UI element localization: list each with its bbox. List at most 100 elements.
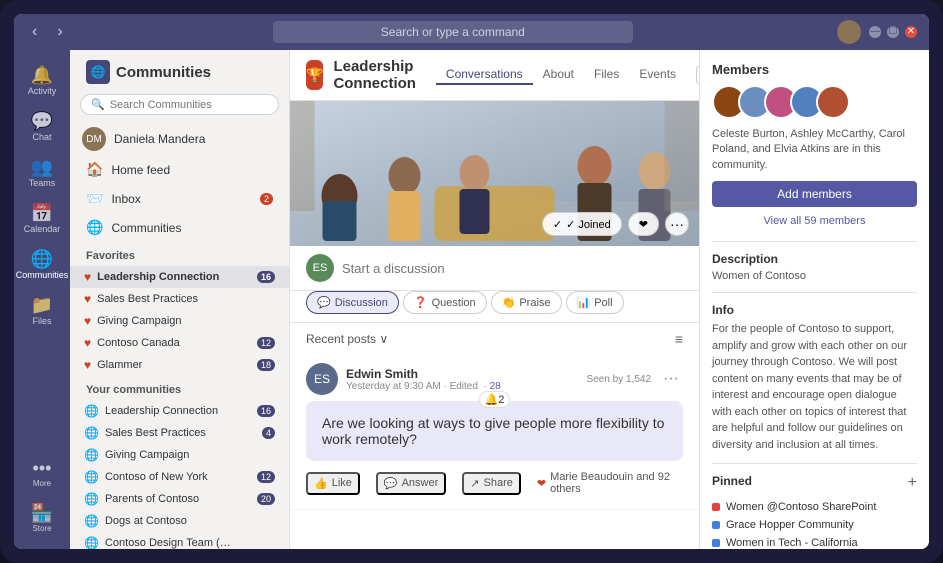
user-avatar-titlebar[interactable] [837, 20, 861, 44]
community-giving-campaign[interactable]: 🌐 Giving Campaign [70, 444, 289, 466]
recent-posts-title[interactable]: Recent posts ∨ [306, 332, 388, 346]
hero-like-button[interactable]: ❤ [628, 212, 659, 236]
close-button[interactable]: ✕ [905, 26, 917, 38]
post-type-poll[interactable]: 📊 Poll [566, 291, 624, 314]
minimize-button[interactable]: — [869, 26, 881, 38]
filter-icon[interactable]: ≡ [675, 331, 683, 347]
title-bar: ‹ › — ☐ ✕ [14, 14, 929, 50]
community-leadership-connection[interactable]: 🌐 Leadership Connection 16 [70, 400, 289, 422]
nav-back-button[interactable]: ‹ [26, 21, 43, 43]
answer-icon: 💬 [384, 477, 398, 490]
maximize-button[interactable]: ☐ [887, 26, 899, 38]
sidebar-nav-communities[interactable]: 🌐 Communities [70, 213, 289, 242]
community-sales-best-practices[interactable]: 🌐 Sales Best Practices 4 [70, 422, 289, 444]
post-more-button[interactable]: ··· [659, 370, 683, 388]
info-title: Info [712, 303, 917, 317]
comm-icon-dac: 🌐 [84, 514, 99, 528]
rail-item-more[interactable]: ••• More [14, 451, 70, 496]
sidebar-nav-inbox[interactable]: 📨 Inbox 2 [70, 184, 289, 213]
sidebar-search[interactable]: 🔍 [80, 94, 279, 115]
community-contoso-new-york[interactable]: 🌐 Contoso of New York 12 [70, 466, 289, 488]
community-parents-contoso[interactable]: 🌐 Parents of Contoso 20 [70, 488, 289, 510]
community-label-gc: Giving Campaign [105, 449, 189, 461]
rail-label-activity: Activity [28, 86, 57, 96]
rail-item-calendar[interactable]: 📅 Calendar [14, 196, 70, 242]
add-pinned-button[interactable]: + [908, 474, 917, 492]
favorites-header: Favorites [70, 242, 289, 266]
reactions-text: Marie Beaudouin and 92 others [550, 471, 683, 495]
post-type-praise[interactable]: 👏 Praise [491, 291, 562, 314]
pinned-label-3: Women in Tech - California [726, 537, 858, 549]
view-all-link[interactable]: View all 59 members [712, 211, 917, 231]
post-type-question[interactable]: ❓ Question [403, 291, 487, 314]
comm-icon-lc: 🌐 [84, 404, 99, 418]
favorite-giving-campaign[interactable]: ♥ Giving Campaign [70, 310, 289, 332]
title-bar-search-input[interactable] [273, 21, 633, 43]
answer-button[interactable]: 💬 Answer [376, 472, 446, 495]
favorite-sales-best-practices[interactable]: ♥ Sales Best Practices [70, 288, 289, 310]
pinned-item-2[interactable]: Grace Hopper Community [712, 516, 917, 534]
rail-item-chat[interactable]: 💬 Chat [14, 104, 70, 150]
favorite-label-canada: Contoso Canada [97, 337, 180, 349]
rail-item-communities[interactable]: 🌐 Communities [14, 242, 70, 288]
sidebar: 🌐 Communities 🔍 DM Daniela Mandera 🏠 Hom… [70, 50, 290, 549]
community-label-sbp: Sales Best Practices [105, 427, 206, 439]
nav-forward-button[interactable]: › [51, 21, 68, 43]
tab-conversations[interactable]: Conversations [436, 65, 533, 85]
composer-input[interactable] [342, 261, 683, 276]
favorite-leadership-connection[interactable]: ♥ Leadership Connection 16 [70, 266, 289, 288]
tab-files[interactable]: Files [584, 65, 629, 85]
hero-more-button[interactable]: ··· [665, 212, 689, 236]
heart-icon-post: ❤ [537, 477, 546, 490]
sidebar-header: 🌐 Communities [70, 50, 289, 90]
rail-label-store: Store [32, 524, 51, 533]
sidebar-nav-home-feed[interactable]: 🏠 Home feed [70, 155, 289, 184]
sidebar-search-icon: 🔍 [91, 98, 105, 111]
pinned-item-1[interactable]: Women @Contoso SharePoint [712, 498, 917, 516]
divider-3 [712, 463, 917, 464]
community-contoso-design-team[interactable]: 🌐 Contoso Design Team (UX Des... [70, 532, 289, 549]
favorite-glammer[interactable]: ♥ Glammer 18 [70, 354, 289, 376]
heart-icon-canada: ♥ [84, 336, 91, 350]
post-item: ES Edwin Smith Yesterday at 9:30 AM · Ed… [290, 355, 699, 510]
sidebar-user[interactable]: DM Daniela Mandera [70, 123, 289, 155]
sidebar-title: Communities [116, 64, 211, 81]
rail-item-files[interactable]: 📁 Files [14, 288, 70, 334]
like-label: Like [332, 477, 352, 489]
inbox-label: Inbox [111, 192, 140, 206]
tab-events[interactable]: Events [629, 65, 686, 85]
comm-badge-poc: 20 [257, 493, 275, 505]
favorite-badge-glammer: 18 [257, 359, 275, 371]
like-button[interactable]: 👍 Like [306, 472, 360, 495]
sidebar-search-input[interactable] [110, 99, 268, 111]
rail-item-store[interactable]: 🏪 Store [14, 496, 70, 541]
post-content: Are we looking at ways to give people mo… [322, 415, 664, 447]
community-dogs-contoso[interactable]: 🌐 Dogs at Contoso [70, 510, 289, 532]
teams-icon: 👥 [31, 158, 53, 176]
hero-overlay: ✓ ✓ Joined ❤ ··· [542, 212, 689, 236]
hero-like-icon: ❤ [639, 218, 648, 231]
left-rail: 🔔 Activity 💬 Chat 👥 Teams 📅 Calendar 🌐 [14, 50, 70, 549]
sidebar-username: Daniela Mandera [114, 132, 205, 146]
channel-tabs: Conversations About Files Events [436, 65, 686, 85]
divider-1 [712, 241, 917, 242]
rail-item-activity[interactable]: 🔔 Activity [14, 58, 70, 104]
favorite-contoso-canada[interactable]: ♥ Contoso Canada 12 [70, 332, 289, 354]
poll-icon: 📊 [577, 296, 591, 309]
comm-icon-cdtux: 🌐 [84, 536, 99, 549]
share-button[interactable]: ↗ Share [462, 472, 521, 495]
add-members-button[interactable]: Add members [712, 181, 917, 207]
joined-button[interactable]: ✓ ✓ Joined [542, 212, 622, 236]
post-time: Yesterday at 9:30 AM · Edited · 28 [346, 381, 579, 392]
community-label-poc: Parents of Contoso [105, 493, 199, 505]
question-label: Question [432, 297, 476, 309]
like-icon: 👍 [314, 477, 328, 490]
tab-about[interactable]: About [533, 65, 584, 85]
feed-area: ✓ ✓ Joined ❤ ··· E [290, 101, 699, 549]
home-feed-label: Home feed [111, 163, 170, 177]
rail-label-chat: Chat [32, 132, 51, 142]
post-type-discussion[interactable]: 💬 Discussion [306, 291, 399, 314]
post-composer[interactable]: ES [290, 246, 699, 291]
pinned-item-3[interactable]: Women in Tech - California [712, 534, 917, 549]
rail-item-teams[interactable]: 👥 Teams [14, 150, 70, 196]
